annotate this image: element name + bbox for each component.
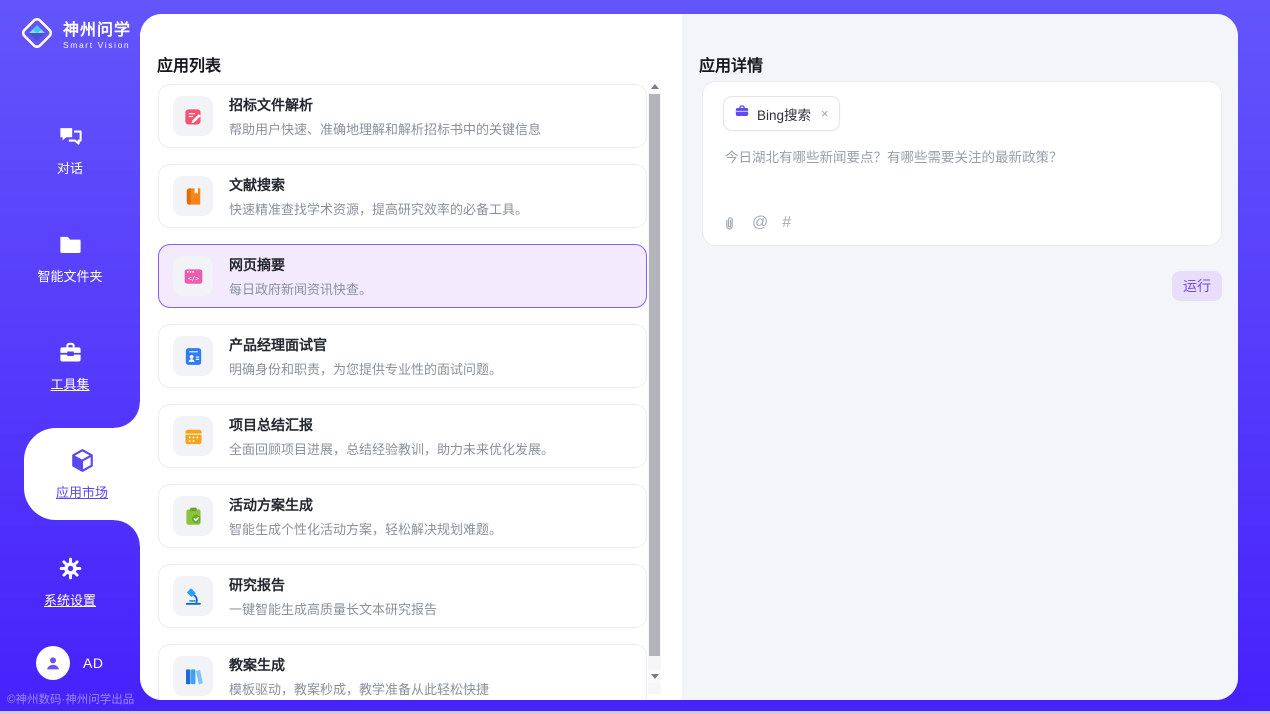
app-name: 项目总结汇报 <box>229 415 554 435</box>
sidebar-nav: 对话 智能文件夹 工具集 应用市场 系统设置 <box>0 96 140 636</box>
sidebar-item-label: 系统设置 <box>44 590 96 609</box>
app-logo: 神州问学 Smart Vision <box>18 14 131 57</box>
app-name: 文献搜索 <box>229 175 528 195</box>
chat-icon <box>57 123 84 150</box>
app-list-scrollbar[interactable] <box>648 80 661 694</box>
app-detail-pane: 应用详情 Bing搜索 × 今日湖北有哪些新闻要点？有哪些需要关注的最新政策？ … <box>682 14 1238 700</box>
logo-subtitle: Smart Vision <box>63 40 131 50</box>
sidebar-item-system-settings[interactable]: 系统设置 <box>0 528 140 636</box>
app-description: 明确身份和职责，为您提供专业性的面试问题。 <box>229 359 502 378</box>
app-description: 全面回顾项目进展，总结经验教训，助力未来优化发展。 <box>229 439 554 458</box>
query-text[interactable]: 今日湖北有哪些新闻要点？有哪些需要关注的最新政策？ <box>725 148 1201 168</box>
app-name: 研究报告 <box>229 575 437 595</box>
gear-icon <box>57 555 84 582</box>
arrow-down-icon <box>651 674 659 679</box>
book-icon <box>173 176 213 216</box>
app-name: 教案生成 <box>229 655 489 675</box>
app-list-title: 应用列表 <box>157 52 221 76</box>
avatar[interactable] <box>36 646 70 680</box>
sidebar-item-chat[interactable]: 对话 <box>0 96 140 204</box>
app-description: 一键智能生成高质量长文本研究报告 <box>229 599 437 618</box>
copyright-text: ©神州数码·神州问学出品 <box>7 691 134 707</box>
app-list: 招标文件解析 帮助用户快速、准确地理解和解析招标书中的关键信息 文献搜索 快速精… <box>158 84 647 700</box>
sidebar-item-label: 智能文件夹 <box>37 266 102 285</box>
sidebar-item-smart-folders[interactable]: 智能文件夹 <box>0 204 140 312</box>
app-card-research-report[interactable]: 研究报告 一键智能生成高质量长文本研究报告 <box>158 564 647 628</box>
scrollbar-down-button[interactable] <box>648 670 661 683</box>
folder-icon <box>57 231 84 258</box>
arrow-up-icon <box>651 84 659 89</box>
paperclip-icon[interactable] <box>721 215 738 232</box>
browser-code-icon: </> <box>173 256 213 296</box>
briefcase-icon <box>734 103 750 124</box>
app-name: 活动方案生成 <box>229 495 502 515</box>
scrollbar-thumb[interactable] <box>649 94 660 656</box>
composer-toolbar: @# <box>721 214 791 232</box>
diamond-logo-icon <box>18 14 56 57</box>
app-card-event-plan[interactable]: 活动方案生成 智能生成个性化活动方案，轻松解决规划难题。 <box>158 484 647 548</box>
app-description: 每日政府新闻资讯快查。 <box>229 279 372 298</box>
sidebar-item-label: 工具集 <box>50 374 89 393</box>
app-description: 帮助用户快速、准确地理解和解析招标书中的关键信息 <box>229 119 541 138</box>
user-initials: AD <box>83 655 103 671</box>
hash-icon[interactable]: # <box>782 214 791 232</box>
app-name: 网页摘要 <box>229 255 372 275</box>
sidebar: 神州问学 Smart Vision 对话 智能文件夹 工具集 应用市场 系统设置… <box>0 0 140 714</box>
sidebar-item-label: 对话 <box>57 158 83 177</box>
app-card-lesson-plan[interactable]: 教案生成 模板驱动，教案秒成，教学准备从此轻松快捷 <box>158 644 647 700</box>
tool-tag-bing[interactable]: Bing搜索 × <box>723 96 840 131</box>
app-name: 产品经理面试官 <box>229 335 502 355</box>
main-content: 应用列表 招标文件解析 帮助用户快速、准确地理解和解析招标书中的关键信息 文献搜… <box>140 14 1238 700</box>
at-icon[interactable]: @ <box>752 214 768 232</box>
app-description: 模板驱动，教案秒成，教学准备从此轻松快捷 <box>229 679 489 698</box>
sidebar-item-app-market[interactable]: 应用市场 <box>24 428 140 520</box>
calendar-icon <box>173 416 213 456</box>
app-card-tender-analysis[interactable]: 招标文件解析 帮助用户快速、准确地理解和解析招标书中的关键信息 <box>158 84 647 148</box>
doc-edit-icon <box>173 96 213 136</box>
app-detail-title: 应用详情 <box>699 52 763 76</box>
app-card-project-summary[interactable]: 项目总结汇报 全面回顾项目进展，总结经验教训，助力未来优化发展。 <box>158 404 647 468</box>
query-card[interactable]: Bing搜索 × 今日湖北有哪些新闻要点？有哪些需要关注的最新政策？ @# <box>702 81 1222 246</box>
app-description: 快速精准查找学术资源，提高研究效率的必备工具。 <box>229 199 528 218</box>
tool-tag-label: Bing搜索 <box>757 104 811 124</box>
clipboard-check-icon <box>173 496 213 536</box>
run-button[interactable]: 运行 <box>1172 271 1222 301</box>
books-icon <box>173 656 213 696</box>
app-list-pane: 应用列表 招标文件解析 帮助用户快速、准确地理解和解析招标书中的关键信息 文献搜… <box>140 14 682 700</box>
scrollbar-up-button[interactable] <box>648 80 661 93</box>
app-card-literature-search[interactable]: 文献搜索 快速精准查找学术资源，提高研究效率的必备工具。 <box>158 164 647 228</box>
cube-icon <box>69 447 96 474</box>
svg-text:</>: </> <box>187 275 198 282</box>
toolbox-icon <box>57 339 84 366</box>
sidebar-item-label: 应用市场 <box>56 482 108 501</box>
microscope-icon <box>173 576 213 616</box>
app-card-pm-interviewer[interactable]: 产品经理面试官 明确身份和职责，为您提供专业性的面试问题。 <box>158 324 647 388</box>
app-card-web-summary[interactable]: </> 网页摘要 每日政府新闻资讯快查。 <box>158 244 647 308</box>
tool-tag-close-icon[interactable]: × <box>821 106 829 121</box>
app-name: 招标文件解析 <box>229 95 541 115</box>
doc-person-icon <box>173 336 213 376</box>
user-row[interactable]: AD <box>36 646 103 680</box>
app-description: 智能生成个性化活动方案，轻松解决规划难题。 <box>229 519 502 538</box>
logo-title: 神州问学 <box>63 22 131 40</box>
